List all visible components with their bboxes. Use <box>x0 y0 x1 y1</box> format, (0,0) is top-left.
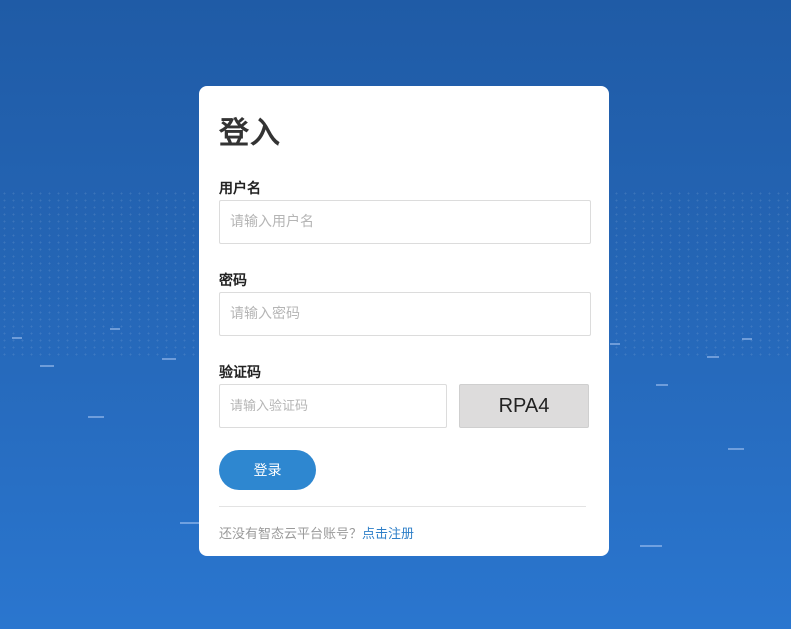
background-dash <box>88 416 104 418</box>
username-label: 用户名 <box>219 181 261 197</box>
register-prompt-text: 还没有智态云平台账号？ <box>219 527 363 542</box>
captcha-image[interactable]: RPA4 <box>459 384 589 428</box>
password-input[interactable] <box>219 292 591 336</box>
login-card: 登入 用户名 密码 验证码 RPA4 登录 还没有智态云平台账号？点击注册 <box>199 86 609 556</box>
background-dash <box>40 365 54 367</box>
register-link[interactable]: 点击注册 <box>362 527 414 542</box>
background-dash <box>728 448 744 450</box>
username-input[interactable] <box>219 200 591 244</box>
background-dash <box>742 338 752 340</box>
background-dash <box>180 522 200 524</box>
background-dash <box>656 384 668 386</box>
background-dash <box>640 545 662 547</box>
divider <box>219 506 586 507</box>
background-dash <box>707 356 719 358</box>
background-dash <box>162 358 176 360</box>
login-button[interactable]: 登录 <box>219 450 316 490</box>
background-dash <box>12 337 22 339</box>
background-dash <box>110 328 120 330</box>
password-label: 密码 <box>219 273 247 289</box>
background-dash <box>610 343 620 345</box>
register-prompt: 还没有智态云平台账号？点击注册 <box>219 523 414 542</box>
login-title: 登入 <box>219 116 281 151</box>
captcha-label: 验证码 <box>219 365 261 381</box>
captcha-input[interactable] <box>219 384 447 428</box>
